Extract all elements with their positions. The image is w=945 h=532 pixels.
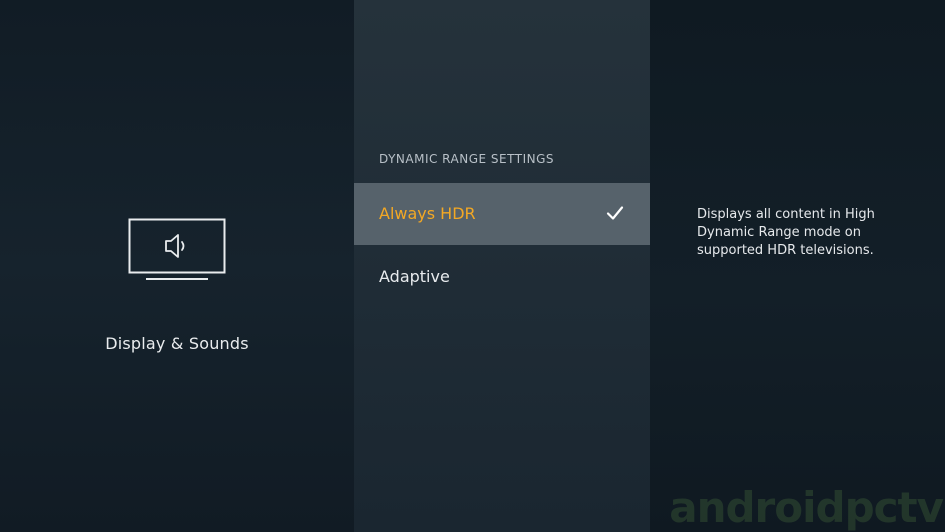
option-adaptive[interactable]: Adaptive xyxy=(354,246,650,308)
option-description: Displays all content in High Dynamic Ran… xyxy=(697,207,875,258)
category-panel: Display & Sounds xyxy=(0,0,354,532)
option-always-hdr[interactable]: Always HDR xyxy=(354,183,650,245)
option-label: Always HDR xyxy=(379,204,476,223)
description-panel: Displays all content in High Dynamic Ran… xyxy=(650,0,945,532)
dynamic-range-menu: DYNAMIC RANGE SETTINGS Always HDR Adapti… xyxy=(354,0,650,532)
checkmark-icon xyxy=(606,206,624,220)
fire-tv-settings-screen: Display & Sounds DYNAMIC RANGE SETTINGS … xyxy=(0,0,945,532)
category-title: Display & Sounds xyxy=(105,334,249,353)
option-label: Adaptive xyxy=(379,267,450,286)
watermark-logo: androidpctv xyxy=(669,483,944,532)
section-header: DYNAMIC RANGE SETTINGS xyxy=(379,152,554,166)
tv-speaker-icon xyxy=(128,218,226,280)
